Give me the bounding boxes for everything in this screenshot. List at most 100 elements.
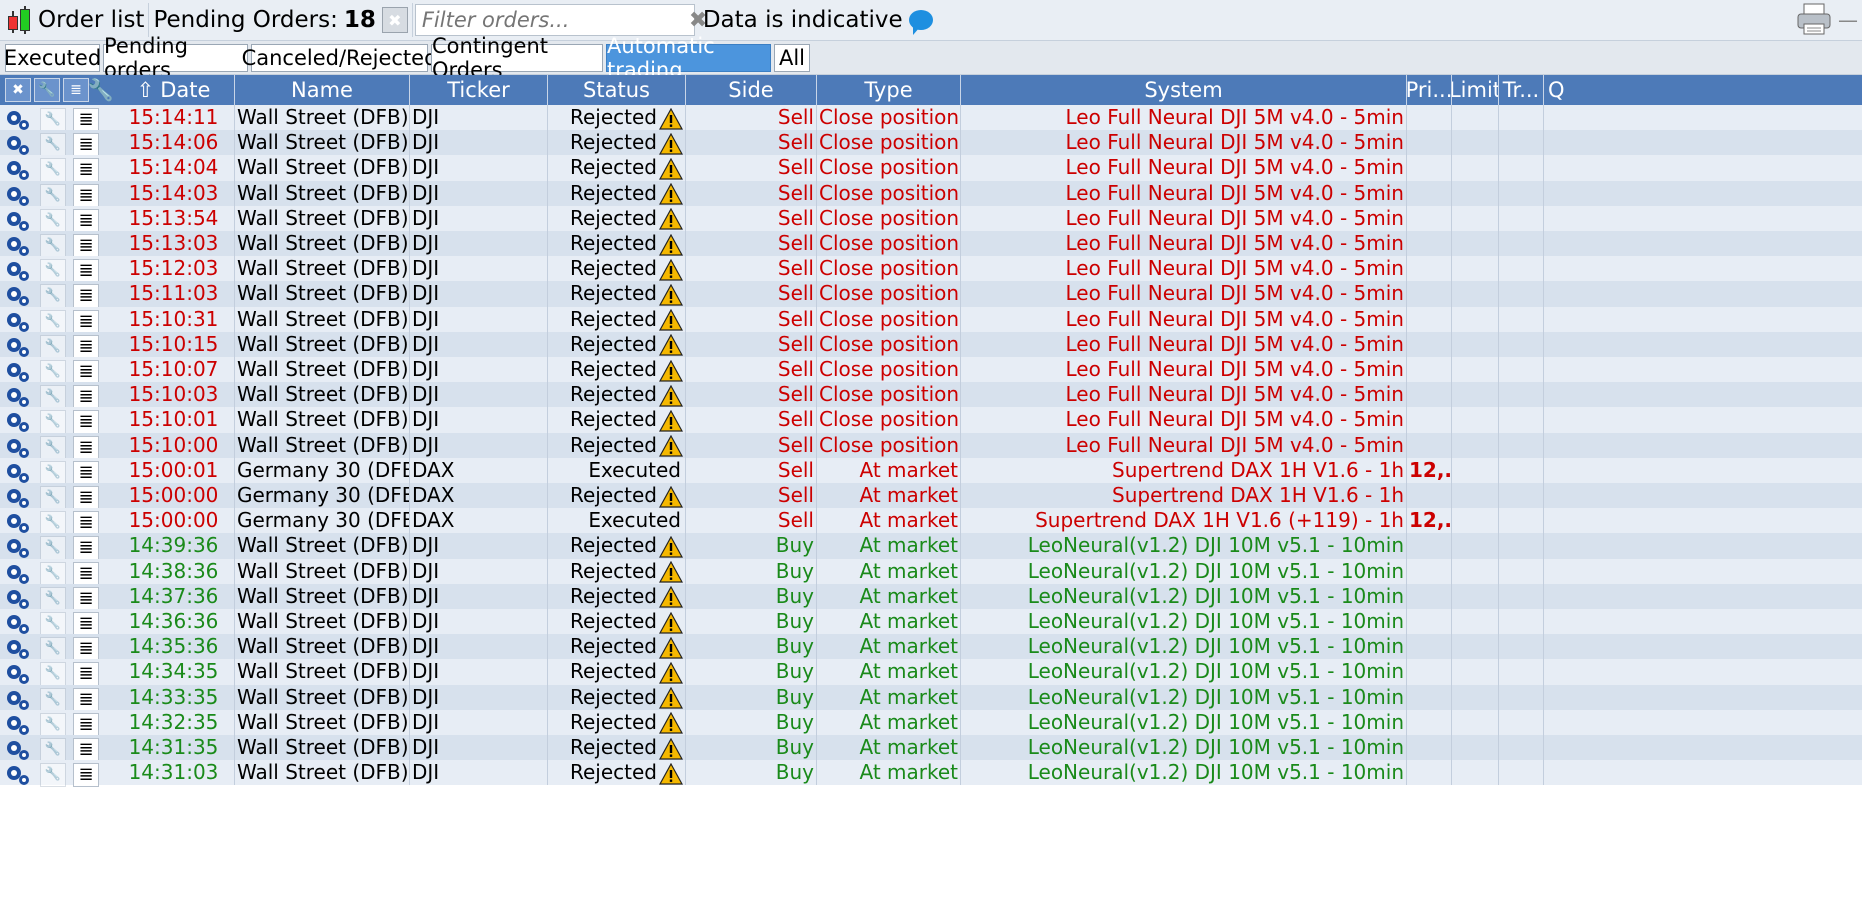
table-row[interactable]: 🔧 ≣ 15:14:11 Wall Street (DFB) DJI Rejected Se…	[0, 105, 1862, 132]
table-row[interactable]: 🔧 ≣ 15:14:06 Wall Street (DFB) DJI Rejected Se…	[0, 130, 1862, 158]
modify-wrench-icon[interactable]: 🔧	[40, 385, 66, 410]
modify-wrench-icon[interactable]: 🔧	[40, 586, 66, 611]
modify-wrench-icon[interactable]: 🔧	[40, 234, 66, 258]
order-details-icon[interactable]: ≣	[73, 334, 99, 359]
order-details-icon[interactable]: ≣	[73, 460, 99, 485]
automation-gear-icon[interactable]	[5, 486, 31, 510]
table-row[interactable]: 🔧 ≣ 15:10:03 Wall Street (DFB) DJI Rejected Se…	[0, 382, 1862, 410]
tab-pending-orders[interactable]: Pending orders	[103, 34, 248, 82]
order-details-icon[interactable]: ≣	[73, 662, 99, 687]
column-header-quantity[interactable]: Q	[1544, 75, 1862, 105]
table-row[interactable]: 🔧 ≣ 15:00:01 Germany 30 (DFB) DAX Executed Sel…	[0, 457, 1862, 485]
automation-gear-icon[interactable]	[5, 612, 31, 636]
automation-gear-icon[interactable]	[5, 738, 31, 762]
order-details-icon[interactable]: ≣	[73, 385, 99, 410]
modify-wrench-icon[interactable]: 🔧	[40, 763, 66, 788]
table-row[interactable]: 🔧 ≣ 15:12:03 Wall Street (DFB) DJI Rejected Se…	[0, 256, 1862, 284]
automation-gear-icon[interactable]	[5, 360, 31, 384]
minimize-icon[interactable]: —	[1838, 8, 1858, 32]
order-details-icon[interactable]: ≣	[73, 637, 99, 662]
tab-canceled-rejected[interactable]: Canceled/Rejected	[242, 44, 437, 72]
order-details-icon[interactable]: ≣	[73, 511, 99, 536]
filter-orders-input[interactable]	[415, 7, 689, 33]
automation-gear-icon[interactable]	[5, 234, 31, 258]
automation-gear-icon[interactable]	[5, 763, 31, 787]
automation-gear-icon[interactable]	[5, 184, 31, 208]
table-row[interactable]: 🔧 ≣ 14:33:35 Wall Street (DFB) DJI Rejected Bu…	[0, 684, 1862, 712]
table-row[interactable]: 🔧 ≣ 14:31:03 Wall Street (DFB) DJI Rejected Bu…	[0, 760, 1862, 788]
order-details-icon[interactable]: ≣	[73, 712, 99, 737]
automation-gear-icon[interactable]	[5, 637, 31, 661]
table-row[interactable]: 🔧 ≣ 14:36:36 Wall Street (DFB) DJI Rejected Bu…	[0, 609, 1862, 636]
table-row[interactable]: 🔧 ≣ 15:10:00 Wall Street (DFB) DJI Rejected Se…	[0, 432, 1862, 460]
automation-gear-icon[interactable]	[5, 436, 31, 460]
table-row[interactable]: 🔧 ≣ 15:14:04 Wall Street (DFB) DJI Rejected Se…	[0, 155, 1862, 183]
column-header-system[interactable]: System	[961, 75, 1407, 105]
modify-wrench-icon[interactable]: 🔧	[40, 259, 66, 284]
modify-wrench-icon[interactable]: 🔧	[40, 662, 66, 687]
order-details-icon[interactable]: ≣	[73, 208, 99, 233]
info-bubble-icon[interactable]	[908, 10, 933, 35]
automation-gear-icon[interactable]	[5, 713, 31, 737]
header-wrench-icon[interactable]: 🔧	[34, 78, 60, 102]
table-row[interactable]: 🔧 ≣ 15:13:03 Wall Street (DFB) DJI Rejected Se…	[0, 231, 1862, 258]
automation-gear-icon[interactable]	[5, 688, 31, 712]
modify-wrench-icon[interactable]: 🔧	[40, 410, 66, 435]
automation-gear-icon[interactable]	[5, 662, 31, 686]
table-row[interactable]: 🔧 ≣ 15:10:15 Wall Street (DFB) DJI Rejected Se…	[0, 331, 1862, 359]
header-details-icon[interactable]: ≣	[63, 78, 89, 102]
modify-wrench-icon[interactable]: 🔧	[40, 612, 66, 636]
order-details-icon[interactable]: ≣	[73, 183, 99, 208]
modify-wrench-icon[interactable]: 🔧	[40, 309, 66, 334]
automation-gear-icon[interactable]	[5, 536, 31, 560]
order-details-icon[interactable]: ≣	[73, 234, 99, 258]
tab-all[interactable]: All	[774, 44, 810, 72]
modify-wrench-icon[interactable]: 🔧	[40, 637, 66, 662]
modify-wrench-icon[interactable]: 🔧	[40, 511, 66, 536]
column-header-name[interactable]: Name	[235, 75, 410, 105]
column-header-type[interactable]: Type	[817, 75, 961, 105]
automation-gear-icon[interactable]	[5, 410, 31, 434]
table-row[interactable]: 🔧 ≣ 15:10:31 Wall Street (DFB) DJI Rejected Se…	[0, 306, 1862, 334]
column-header-date[interactable]: ⇧ Date	[113, 75, 235, 105]
column-header-limit[interactable]: Limit	[1452, 75, 1499, 105]
automation-gear-icon[interactable]	[5, 335, 31, 359]
tab-executed[interactable]: Executed	[4, 44, 101, 72]
modify-wrench-icon[interactable]: 🔧	[40, 460, 66, 485]
automation-gear-icon[interactable]	[5, 209, 31, 233]
modify-wrench-icon[interactable]: 🔧	[40, 334, 66, 359]
automation-gear-icon[interactable]	[5, 108, 31, 132]
table-row[interactable]: 🔧 ≣ 14:39:36 Wall Street (DFB) DJI Rejected Bu…	[0, 533, 1862, 561]
order-details-icon[interactable]: ≣	[73, 763, 99, 788]
order-details-icon[interactable]: ≣	[73, 410, 99, 435]
order-details-icon[interactable]: ≣	[73, 158, 99, 183]
modify-wrench-icon[interactable]: 🔧	[40, 435, 66, 460]
automation-gear-icon[interactable]	[5, 385, 31, 409]
modify-wrench-icon[interactable]: 🔧	[40, 208, 66, 233]
automation-gear-icon[interactable]	[5, 587, 31, 611]
table-row[interactable]: 🔧 ≣ 15:14:03 Wall Street (DFB) DJI Rejected Se…	[0, 180, 1862, 208]
table-row[interactable]: 🔧 ≣ 14:38:36 Wall Street (DFB) DJI Rejected Bu…	[0, 558, 1862, 586]
order-details-icon[interactable]: ≣	[73, 360, 99, 384]
table-row[interactable]: 🔧 ≣ 14:31:35 Wall Street (DFB) DJI Rejected Bu…	[0, 735, 1862, 762]
order-details-icon[interactable]: ≣	[73, 586, 99, 611]
modify-wrench-icon[interactable]: 🔧	[40, 108, 66, 132]
modify-wrench-icon[interactable]: 🔧	[40, 561, 66, 586]
modify-wrench-icon[interactable]: 🔧	[40, 183, 66, 208]
automation-gear-icon[interactable]	[5, 511, 31, 535]
table-row[interactable]: 🔧 ≣ 14:37:36 Wall Street (DFB) DJI Rejected Bu…	[0, 583, 1862, 611]
tab-automatic-trading[interactable]: Automatic trading	[606, 34, 771, 82]
clear-pending-button[interactable]: ✖	[381, 7, 408, 33]
modify-wrench-icon[interactable]: 🔧	[40, 486, 66, 510]
header-cancel-all-icon[interactable]: ✖	[5, 78, 31, 102]
table-row[interactable]: 🔧 ≣ 15:00:00 Germany 30 (DFB) DAX Rejected Sel…	[0, 483, 1862, 510]
order-details-icon[interactable]: ≣	[73, 108, 99, 132]
column-header-trailing[interactable]: Tr...	[1499, 75, 1544, 105]
table-row[interactable]: 🔧 ≣ 15:00:00 Germany 30 (DFB) DAX Executed Sel…	[0, 508, 1862, 536]
automation-gear-icon[interactable]	[5, 158, 31, 182]
automation-gear-icon[interactable]	[5, 310, 31, 334]
modify-wrench-icon[interactable]: 🔧	[40, 158, 66, 183]
modify-wrench-icon[interactable]: 🔧	[40, 687, 66, 712]
order-details-icon[interactable]: ≣	[73, 486, 99, 510]
modify-wrench-icon[interactable]: 🔧	[40, 712, 66, 737]
